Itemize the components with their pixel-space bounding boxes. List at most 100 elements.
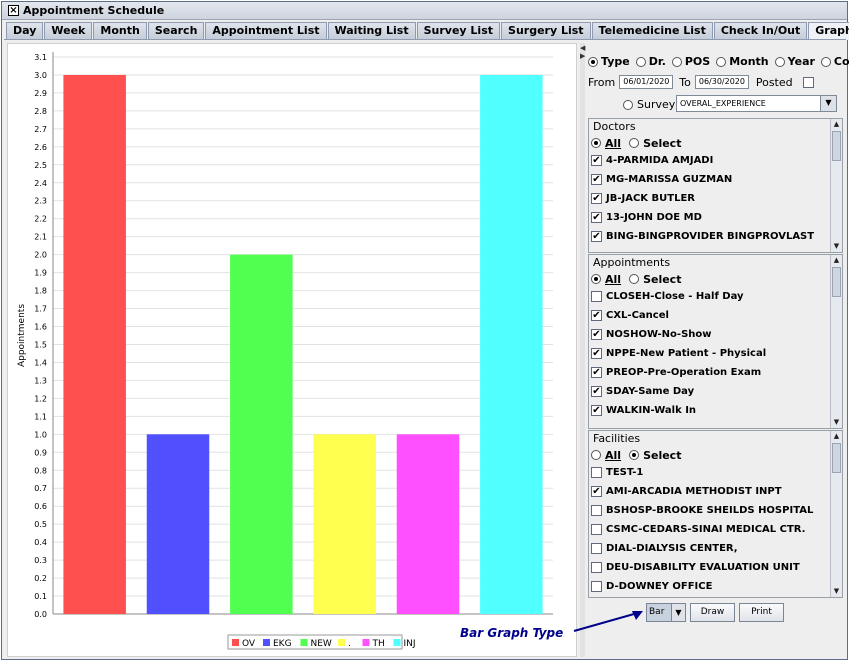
chevron-down-icon[interactable]: ▼ [820, 96, 836, 111]
list-item[interactable]: ✔ 4-PARMIDA AMJADI [591, 151, 814, 170]
checked-checkbox-icon[interactable]: ✔ [591, 367, 602, 378]
tab-graphs[interactable]: Graphs [808, 22, 849, 40]
checkbox-icon[interactable] [591, 291, 602, 302]
radio-icon[interactable] [588, 56, 598, 67]
list-item[interactable]: CSMC-CEDARS-SINAI MEDICAL CTR. [591, 520, 813, 539]
scroll-down-icon[interactable]: ▼ [831, 241, 842, 252]
list-item[interactable]: TEST-1 [591, 463, 813, 482]
from-date-field[interactable]: 06/01/2020 [619, 75, 674, 89]
appointments-select-radio[interactable] [629, 274, 640, 284]
list-item[interactable]: DEU-DISABILITY EVALUATION UNIT [591, 558, 813, 577]
checked-checkbox-icon[interactable]: ✔ [591, 329, 602, 340]
facilities-select-radio[interactable] [629, 450, 640, 460]
tab-waiting-list[interactable]: Waiting List [327, 22, 416, 39]
tab-telemedicine-list[interactable]: Telemedicine List [591, 22, 713, 39]
y-tick-label: 0.1 [34, 592, 47, 601]
scroll-up-icon[interactable]: ▲ [831, 255, 842, 266]
checked-checkbox-icon[interactable]: ✔ [591, 405, 602, 416]
scroll-thumb[interactable] [832, 131, 841, 161]
scroll-thumb[interactable] [832, 443, 841, 473]
draw-button[interactable]: Draw [690, 603, 735, 622]
list-item[interactable]: BSHOSP-BROOKE SHEILDS HOSPITAL [591, 501, 813, 520]
tab-month[interactable]: Month [93, 22, 147, 39]
list-item[interactable]: ✔ BING-BINGPROVIDER BINGPROVLAST [591, 227, 814, 246]
list-item[interactable]: ✔ NOSHOW-No-Show [591, 325, 766, 344]
appointments-all-radio[interactable] [591, 274, 601, 284]
group-by-dr-option[interactable]: Dr. [635, 55, 666, 68]
checked-checkbox-icon[interactable]: ✔ [591, 231, 602, 242]
tab-search[interactable]: Search [147, 22, 205, 39]
tab-bar: Day Week Month Search Appointment List Waitin… [6, 22, 849, 40]
tab-survey-list[interactable]: Survey List [416, 22, 501, 39]
list-item[interactable]: ✔ NPPE-New Patient - Physical [591, 344, 766, 363]
checked-checkbox-icon[interactable]: ✔ [591, 155, 602, 166]
scroll-up-icon[interactable]: ▲ [831, 431, 842, 442]
list-item[interactable]: CLOSEH-Close - Half Day [591, 287, 766, 306]
collapse-right-icon[interactable]: ▶ [580, 53, 585, 60]
list-item[interactable]: ✔ WALKIN-Walk In [591, 401, 766, 420]
facilities-all-radio[interactable] [591, 450, 601, 460]
doctors-scrollbar[interactable]: ▲ ▼ [830, 119, 842, 252]
checkbox-icon[interactable] [591, 524, 602, 535]
chevron-down-icon[interactable]: ▼ [671, 604, 685, 621]
checkbox-icon[interactable] [591, 581, 602, 592]
list-item[interactable]: ✔ MG-MARISSA GUZMAN [591, 170, 814, 189]
scroll-down-icon[interactable]: ▼ [831, 417, 842, 428]
list-item[interactable]: ✔ AMI-ARCADIA METHODIST INPT [591, 482, 813, 501]
bar-inj [480, 74, 543, 614]
scroll-down-icon[interactable]: ▼ [831, 586, 842, 597]
close-icon[interactable]: × [8, 5, 19, 16]
doctors-all-radio[interactable] [591, 138, 601, 148]
checked-checkbox-icon[interactable]: ✔ [591, 386, 602, 397]
tab-appointment-list[interactable]: Appointment List [205, 22, 327, 39]
checked-checkbox-icon[interactable]: ✔ [591, 212, 602, 223]
list-item[interactable]: ✔ SDAY-Same Day [591, 382, 766, 401]
posted-checkbox[interactable] [802, 76, 814, 88]
checkbox-icon[interactable] [591, 505, 602, 516]
list-item-label: NPPE-New Patient - Physical [606, 348, 767, 359]
option-label: Year [787, 55, 815, 68]
y-tick-label: 1.4 [34, 358, 47, 367]
radio-icon[interactable] [671, 56, 682, 67]
checkbox-icon[interactable] [591, 562, 602, 573]
tab-week[interactable]: Week [44, 22, 93, 39]
checked-checkbox-icon[interactable]: ✔ [591, 348, 602, 359]
appointments-scrollbar[interactable]: ▲ ▼ [830, 255, 842, 428]
survey-dropdown[interactable]: OVERAL_EXPERIENCE ▼ [676, 95, 837, 112]
checkbox-icon[interactable] [591, 467, 602, 478]
list-item[interactable]: DIAL-DIALYSIS CENTER, [591, 539, 813, 558]
group-by-confirm-option[interactable]: Confirm [820, 55, 849, 68]
checkbox-icon[interactable] [591, 543, 602, 554]
group-by-type-option[interactable]: Type [588, 55, 630, 68]
list-item[interactable]: ✔ JB-JACK BUTLER [591, 189, 814, 208]
radio-icon[interactable] [820, 56, 831, 67]
checked-checkbox-icon[interactable]: ✔ [591, 310, 602, 321]
radio-icon[interactable] [635, 56, 646, 67]
y-tick-label: 2.9 [34, 89, 47, 98]
radio-icon[interactable] [716, 56, 727, 67]
print-button[interactable]: Print [739, 603, 784, 622]
list-item[interactable]: ✔ 13-JOHN DOE MD [591, 208, 814, 227]
to-date-field[interactable]: 06/30/2020 [694, 75, 749, 89]
group-by-pos-option[interactable]: POS [671, 55, 710, 68]
list-item[interactable]: D-DOWNEY OFFICE [591, 577, 813, 596]
facilities-scrollbar[interactable]: ▲ ▼ [830, 431, 842, 597]
list-item[interactable]: ✔ PREOP-Pre-Operation Exam [591, 363, 766, 382]
graph-type-dropdown[interactable]: Bar ▼ [646, 603, 686, 622]
survey-radio[interactable] [623, 99, 633, 110]
scroll-thumb[interactable] [832, 267, 841, 297]
radio-icon[interactable] [774, 56, 785, 67]
tab-check-in-out[interactable]: Check In/Out [713, 22, 808, 39]
checked-checkbox-icon[interactable]: ✔ [591, 486, 602, 497]
pane-splitter[interactable]: ◀ ▶ [580, 43, 585, 657]
doctors-select-radio[interactable] [629, 138, 640, 148]
tab-surgery-list[interactable]: Surgery List [501, 22, 591, 39]
checked-checkbox-icon[interactable]: ✔ [591, 193, 602, 204]
group-by-month-option[interactable]: Month [716, 55, 769, 68]
collapse-left-icon[interactable]: ◀ [580, 45, 585, 52]
list-item[interactable]: ✔ CXL-Cancel [591, 306, 766, 325]
checked-checkbox-icon[interactable]: ✔ [591, 174, 602, 185]
tab-day[interactable]: Day [6, 22, 44, 39]
scroll-up-icon[interactable]: ▲ [831, 119, 842, 130]
group-by-year-option[interactable]: Year [774, 55, 815, 68]
